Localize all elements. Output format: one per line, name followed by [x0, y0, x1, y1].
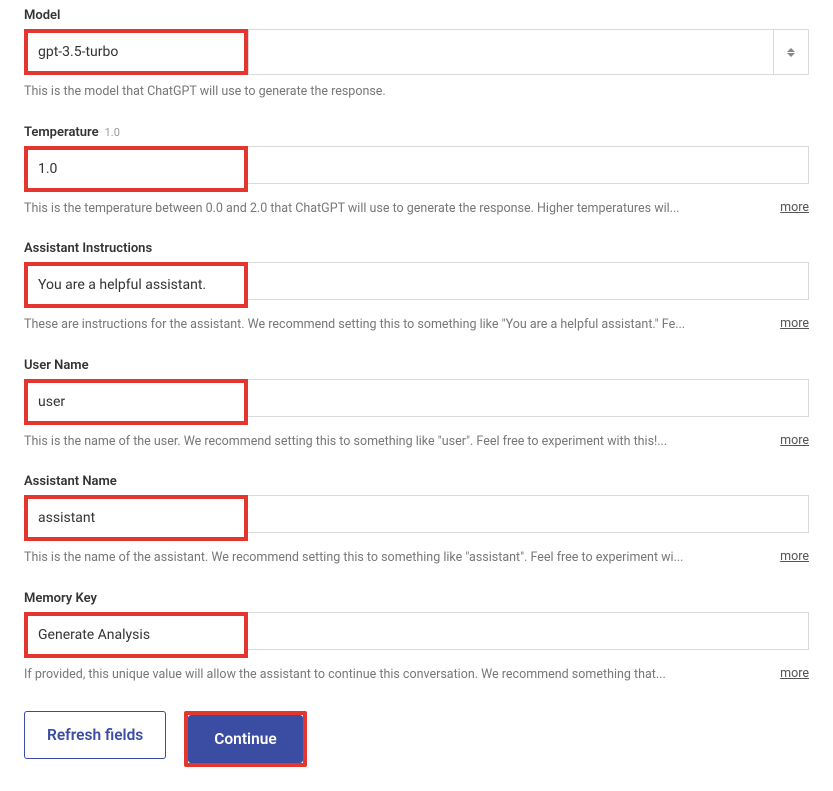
user-name-help-text: This is the name of the user. We recomme…	[24, 433, 768, 451]
temperature-input-row	[24, 146, 809, 192]
user-name-help-row: This is the name of the user. We recomme…	[24, 433, 809, 451]
model-help-text: This is the model that ChatGPT will use …	[24, 83, 809, 101]
assistant-name-help-text: This is the name of the assistant. We re…	[24, 549, 768, 567]
temperature-help-row: This is the temperature between 0.0 and …	[24, 200, 809, 218]
temperature-input-extra[interactable]	[248, 146, 809, 184]
user-name-highlight	[24, 379, 248, 425]
model-select-row: gpt-3.5-turbo	[24, 29, 809, 75]
instructions-field-group: Assistant Instructions These are instruc…	[24, 241, 809, 334]
instructions-help-row: These are instructions for the assistant…	[24, 316, 809, 334]
instructions-label: Assistant Instructions	[24, 241, 809, 256]
instructions-input-row	[24, 262, 809, 308]
memory-key-more-link[interactable]: more	[780, 666, 809, 681]
temperature-input[interactable]	[28, 150, 244, 188]
memory-key-input[interactable]	[28, 616, 244, 654]
user-name-input-extra[interactable]	[248, 379, 809, 417]
memory-key-input-extra[interactable]	[248, 612, 809, 650]
continue-button[interactable]: Continue	[188, 715, 302, 763]
memory-key-help-text: If provided, this unique value will allo…	[24, 666, 768, 684]
assistant-name-label-text: Assistant Name	[24, 474, 117, 489]
model-help-row: This is the model that ChatGPT will use …	[24, 83, 809, 101]
temperature-label-hint: 1.0	[105, 126, 120, 139]
chevron-up-icon	[787, 48, 795, 52]
chevron-down-icon	[787, 53, 795, 57]
instructions-input[interactable]	[28, 266, 244, 304]
memory-key-input-row	[24, 612, 809, 658]
memory-key-highlight	[24, 612, 248, 658]
instructions-more-link[interactable]: more	[780, 316, 809, 331]
refresh-fields-button[interactable]: Refresh fields	[24, 711, 166, 759]
temperature-label: Temperature 1.0	[24, 125, 809, 140]
assistant-name-label: Assistant Name	[24, 474, 809, 489]
memory-key-label: Memory Key	[24, 591, 809, 606]
instructions-help-text: These are instructions for the assistant…	[24, 316, 768, 334]
assistant-name-field-group: Assistant Name This is the name of the a…	[24, 474, 809, 567]
temperature-label-text: Temperature	[24, 125, 99, 140]
instructions-highlight	[24, 262, 248, 308]
assistant-name-more-link[interactable]: more	[780, 549, 809, 564]
button-row: Refresh fields Continue	[24, 711, 809, 767]
temperature-highlight	[24, 146, 248, 192]
continue-highlight: Continue	[184, 711, 306, 767]
model-label: Model	[24, 8, 809, 23]
model-select-body[interactable]	[248, 29, 773, 75]
memory-key-help-row: If provided, this unique value will allo…	[24, 666, 809, 684]
user-name-field-group: User Name This is the name of the user. …	[24, 358, 809, 451]
model-label-text: Model	[24, 8, 60, 23]
user-name-input[interactable]	[28, 383, 244, 421]
user-name-more-link[interactable]: more	[780, 433, 809, 448]
user-name-label-text: User Name	[24, 358, 89, 373]
temperature-more-link[interactable]: more	[780, 200, 809, 215]
temperature-help-text: This is the temperature between 0.0 and …	[24, 200, 768, 218]
assistant-name-input[interactable]	[28, 499, 244, 537]
user-name-label: User Name	[24, 358, 809, 373]
assistant-name-input-extra[interactable]	[248, 495, 809, 533]
model-field-group: Model gpt-3.5-turbo This is the model th…	[24, 8, 809, 101]
memory-key-field-group: Memory Key If provided, this unique valu…	[24, 591, 809, 684]
instructions-label-text: Assistant Instructions	[24, 241, 152, 256]
model-select-chevron[interactable]	[773, 29, 809, 75]
assistant-name-highlight	[24, 495, 248, 541]
memory-key-label-text: Memory Key	[24, 591, 97, 606]
user-name-input-row	[24, 379, 809, 425]
instructions-input-extra[interactable]	[248, 262, 809, 300]
assistant-name-input-row	[24, 495, 809, 541]
temperature-field-group: Temperature 1.0 This is the temperature …	[24, 125, 809, 218]
model-select-value[interactable]: gpt-3.5-turbo	[24, 29, 248, 75]
assistant-name-help-row: This is the name of the assistant. We re…	[24, 549, 809, 567]
